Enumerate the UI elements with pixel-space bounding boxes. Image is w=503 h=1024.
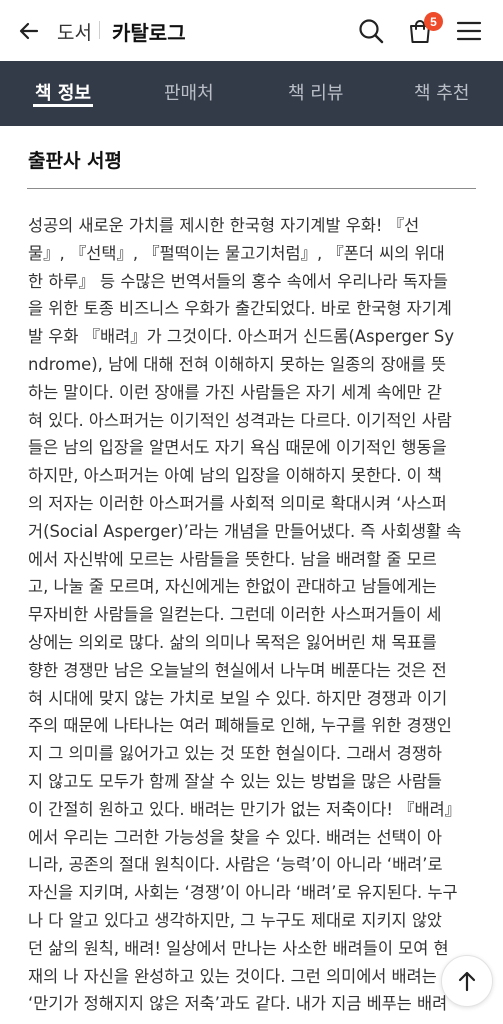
section-divider bbox=[27, 188, 476, 189]
publisher-review-text: 성공의 새로운 가치를 제시한 한국형 자기계발 우화! 『선 물』, 『선택』… bbox=[28, 212, 480, 1018]
text-line: 을 위한 토종 비즈니스 우화가 출간되었다. 바로 한국형 자기계 bbox=[28, 299, 452, 319]
hamburger-menu-icon bbox=[456, 21, 482, 41]
breadcrumb-separator bbox=[99, 21, 100, 39]
text-line: 에서 우리는 그러한 가능성을 찾을 수 있다. 배려는 선택이 아 bbox=[28, 827, 443, 847]
text-line: 나 다 알고 있다고 생각하지만, 그 누구도 제대로 지키지 않았 bbox=[28, 910, 443, 930]
text-line: 들은 남의 입장을 알면서도 자기 욕심 때문에 이기적인 행동을 bbox=[28, 438, 447, 458]
section-title: 출판사 서평 bbox=[28, 150, 123, 172]
tab-sellers[interactable]: 판매처 bbox=[164, 79, 214, 105]
text-line: 하는 말이다. 이런 장애를 가진 사람들은 자기 세계 속에만 갇 bbox=[28, 382, 443, 402]
text-line: 발 우화 『배려』가 그것이다. 아스퍼거 신드롬(Asperger Sy bbox=[28, 327, 455, 347]
cart-count-badge: 5 bbox=[424, 12, 443, 31]
text-line: 한 하루』 등 수많은 번역서들의 홍수 속에서 우리나라 독자들 bbox=[28, 271, 448, 291]
text-line: 의 저자는 이러한 아스퍼거를 사회적 의미로 확대시켜 ‘사스퍼 bbox=[28, 493, 447, 513]
page-title: 카탈로그 bbox=[112, 21, 186, 45]
text-line: 지 그 의미를 잃어가고 있는 것 또한 현실이다. 그래서 경쟁하 bbox=[28, 744, 443, 764]
text-line: 상에는 의외로 많다. 삶의 의미나 목적은 잃어버린 채 목표를 bbox=[28, 632, 437, 652]
tab-bar: 책 정보 판매처 책 리뷰 책 추천 bbox=[0, 61, 503, 126]
breadcrumb-parent[interactable]: 도서 bbox=[57, 18, 92, 45]
text-line: 혀 있다. 아스퍼거는 이기적인 성격과는 다르다. 이기적인 사람 bbox=[28, 410, 452, 430]
text-line: 이 간절히 원하고 있다. 배려는 만기가 없는 저축이다! 『배려』 bbox=[28, 799, 462, 819]
top-app-bar: 도서 카탈로그 5 bbox=[0, 0, 503, 61]
text-line: 지 않고도 모두가 함께 잘살 수 있는 있는 방법을 많은 사람들 bbox=[28, 771, 443, 791]
text-line: 재의 나 자신을 완성하고 있는 것이다. 그런 의미에서 배려는 bbox=[28, 966, 437, 986]
arrow-up-icon bbox=[458, 971, 476, 992]
tab-book-reviews[interactable]: 책 리뷰 bbox=[288, 79, 343, 105]
text-line: 혀 시대에 맞지 않는 가치로 보일 수 있다. 하지만 경쟁과 이기 bbox=[28, 688, 448, 708]
tab-book-info[interactable]: 책 정보 bbox=[35, 79, 91, 105]
text-line: 향한 경쟁만 남은 오늘날의 현실에서 나누며 베푼다는 것은 전 bbox=[28, 660, 447, 680]
text-line: 무자비한 사람들을 일컫는다. 그런데 이러한 사스퍼거들이 세 bbox=[28, 605, 442, 625]
text-line: 고, 나눌 줄 모르며, 자신에게는 한없이 관대하고 남들에게는 bbox=[28, 577, 437, 597]
text-line: ndrome), 남에 대해 전혀 이해하지 못하는 일종의 장애를 뜻 bbox=[28, 354, 447, 374]
scroll-to-top-button[interactable] bbox=[441, 955, 493, 1007]
search-button[interactable] bbox=[354, 14, 388, 48]
back-button[interactable] bbox=[14, 16, 44, 46]
active-tab-indicator bbox=[33, 104, 93, 107]
text-line: 주의 때문에 나타나는 여러 폐해들로 인해, 누구를 위한 경쟁인 bbox=[28, 716, 452, 736]
text-line: 에서 자신밖에 모르는 사람들을 뜻한다. 남을 배려할 줄 모르 bbox=[28, 549, 437, 569]
arrow-left-icon bbox=[19, 22, 39, 40]
text-line: ‘만기가 정해지지 않은 저축’과도 같다. 내가 지금 베푸는 배려 bbox=[28, 994, 448, 1014]
text-line: 자신을 지키며, 사회는 ‘경쟁’이 아니라 ‘배려’로 유지된다. 누구 bbox=[28, 883, 458, 903]
tab-book-recommendations[interactable]: 책 추천 bbox=[414, 79, 469, 105]
text-line: 거(Social Asperger)’라는 개념을 만들어냈다. 즉 사회생활 … bbox=[28, 521, 462, 541]
text-line: 니라, 공존의 절대 원칙이다. 사람은 ‘능력’이 아니라 ‘배려’로 bbox=[28, 855, 443, 875]
text-line: 던 삶의 원칙, 배려! 일상에서 만나는 사소한 배려들이 모여 현 bbox=[28, 938, 449, 958]
menu-button[interactable] bbox=[452, 14, 486, 48]
text-line: 물』, 『선택』, 『펄떡이는 물고기처럼』, 『폰더 씨의 위대 bbox=[28, 243, 445, 263]
search-icon bbox=[359, 19, 384, 44]
text-line: 성공의 새로운 가치를 제시한 한국형 자기계발 우화! 『선 bbox=[28, 216, 420, 235]
text-line: 하지만, 아스퍼거는 아예 남의 입장을 이해하지 못한다. 이 책 bbox=[28, 466, 443, 486]
